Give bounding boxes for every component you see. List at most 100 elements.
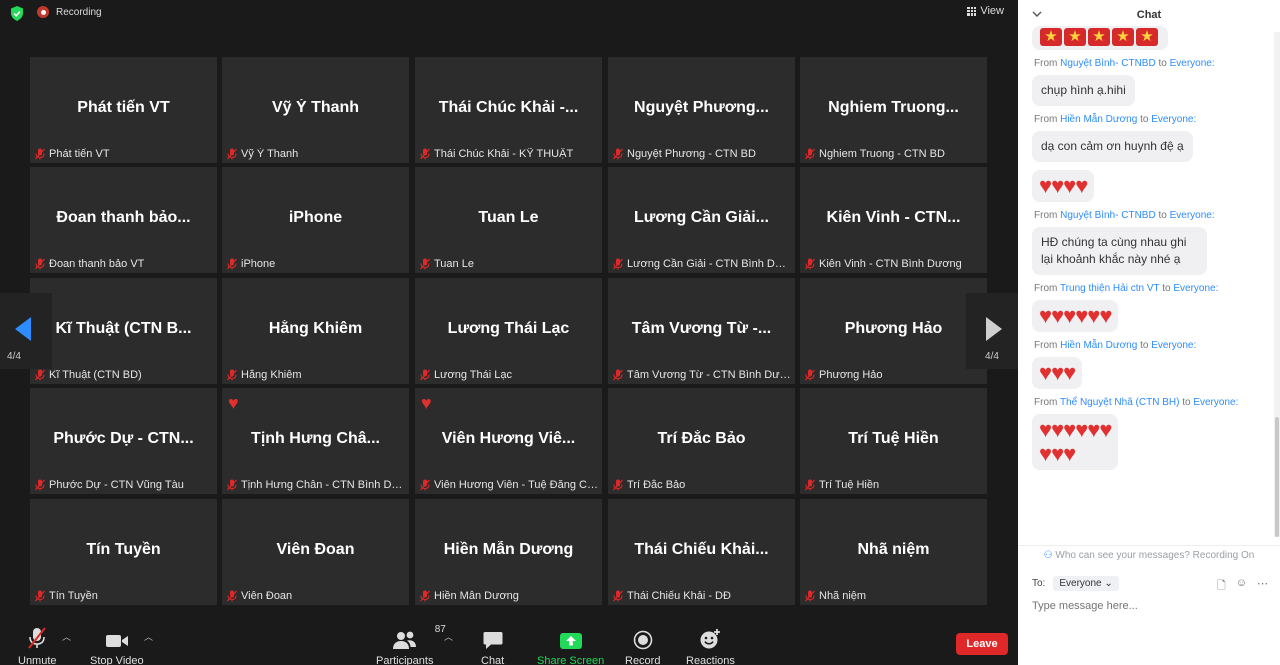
participant-tile[interactable]: Tín Tuyền Tín Tuyền [30,499,217,605]
sender-name[interactable]: Nguyệt Bình- CTNBD [1060,210,1156,221]
recording-indicator[interactable]: Recording [37,6,102,18]
record-label: Record [625,655,661,665]
page-indicator-left: 4/4 [7,351,21,362]
heart-emoji-icon: ♥ [1099,417,1112,442]
participants-button[interactable]: 87 Participants [376,624,446,665]
participant-display-name: Vỹ Ý Thanh [271,99,360,116]
participant-footer: Hiền Mẫn Dương [419,590,598,602]
participant-tile[interactable]: Trí Đắc Bảo Trí Đắc Bảo [608,388,795,494]
previous-page-button[interactable]: 4/4 [0,293,52,369]
recipient-select[interactable]: Everyone ⌄ [1053,576,1119,591]
microphone-muted-icon [805,148,815,160]
participant-display-name: Tâm Vương Từ -... [631,320,772,337]
participant-tile[interactable]: Thái Chúc Khải -... Thái Chúc Khải - KỸ T… [415,57,602,163]
participant-tile[interactable]: Tâm Vương Từ -... Tâm Vương Từ - CTN Bình… [608,278,795,384]
participant-tile[interactable]: Phương Hảo Phương Hảo [800,278,987,384]
participant-tile[interactable]: Lương Cần Giải... Lương Cần Giải - CTN Bì… [608,167,795,273]
participant-name-label: Lương Thái Lạc [434,369,512,381]
participant-tile[interactable]: Hiền Mẫn Dương Hiền Mẫn Dương [415,499,602,605]
message-bubble: HĐ chúng ta cùng nhau ghi lại khoảnh khắ… [1032,227,1207,275]
heart-emoji-icon: ♥ [1075,173,1088,198]
participant-tile[interactable]: Lương Thái Lạc Lương Thái Lạc [415,278,602,384]
record-button[interactable]: Record [625,626,660,665]
participant-display-name: Trí Tuệ Hiền [848,430,939,447]
view-button[interactable]: View [967,5,1004,17]
security-shield-icon[interactable] [10,6,24,21]
participant-footer: Trí Tuệ Hiền [804,479,983,491]
participant-tile[interactable]: Vỹ Ý Thanh Vỹ Ý Thanh [222,57,409,163]
reactions-label: Reactions [686,655,735,665]
sender-name[interactable]: Nguyệt Bình- CTNBD [1060,58,1156,69]
more-options-icon[interactable]: ⋯ [1257,577,1268,596]
participant-display-name: Viên Hương Viê... [441,430,576,447]
participant-name-label: Kiên Vinh - CTN Bình Dương [819,258,962,270]
participant-tile[interactable]: Tuan Le Tuan Le [415,167,602,273]
share-screen-label: Share Screen [537,655,605,665]
participant-tile[interactable]: Kiên Vinh - CTN... Kiên Vinh - CTN Bình D… [800,167,987,273]
unmute-button[interactable]: Unmute [18,626,57,665]
participant-tile[interactable]: Hằng Khiêm Hằng Khiêm [222,278,409,384]
chat-scrollbar[interactable] [1274,32,1280,537]
next-page-button[interactable]: 4/4 [966,293,1018,369]
emoji-icon[interactable]: ☺ [1236,577,1247,596]
chat-tools: 🗋 ☺ ⋯ [1217,577,1268,596]
participant-name-label: Trí Tuệ Hiền [819,479,880,491]
participant-footer: Kiên Vinh - CTN Bình Dương [804,258,983,270]
reactions-button[interactable]: Reactions [686,626,735,665]
participant-footer: Kĩ Thuật (CTN BD) [34,369,213,381]
microphone-muted-icon [420,369,430,381]
participant-footer: Viên Hương Viên - Tuệ Đăng CTN ... [419,479,598,491]
chat-label: Chat [481,655,505,665]
participant-tile[interactable]: ♥ Viên Hương Viê... Viên Hương Viên - Tuệ … [415,388,602,494]
message-sender-line: From Nguyệt Bình- CTNBD to Everyone: [1034,58,1215,69]
vietnam-flag-icon: ★ [1064,28,1086,46]
participant-tile[interactable]: Thái Chiếu Khải... Thái Chiếu Khải - DĐ [608,499,795,605]
grid-view-icon [967,6,977,16]
privacy-note-text: Who can see your messages? Recording On [1055,550,1255,561]
microphone-muted-icon [28,627,47,649]
participants-options-chevron-icon[interactable]: ︿ [444,630,453,643]
stop-video-button[interactable]: Stop Video [90,626,144,665]
chat-message: From Hiền Mẫn Dương to Everyone: dạ con c… [1032,114,1268,170]
participant-tile[interactable]: ♥ Tịnh Hưng Châ... Tịnh Hưng Chân - CTN Bì… [222,388,409,494]
chat-button[interactable]: Chat [481,626,504,665]
sender-name[interactable]: Trung thiện Hải ctn VT [1060,283,1160,294]
participant-tile[interactable]: Phát tiến VT Phát tiến VT [30,57,217,163]
participant-footer: Thái Chiếu Khải - DĐ [612,590,791,602]
privacy-note[interactable]: ⚇ Who can see your messages? Recording O… [1018,545,1280,565]
leave-button[interactable]: Leave [956,633,1008,655]
audio-options-chevron-icon[interactable]: ︿ [62,630,71,643]
participant-tile[interactable]: iPhone iPhone [222,167,409,273]
chat-panel: Chat ★ ★ ★ ★ ★ From Nguyệt Bình- CTNBD to Eve… [1018,0,1280,665]
participant-tile[interactable]: Kĩ Thuật (CTN B... Kĩ Thuật (CTN BD) [30,278,217,384]
heart-emoji-icon: ♥ [1063,360,1076,385]
chat-message: From Nguyệt Bình- CTNBD to Everyone: chụp… [1032,58,1268,114]
participant-tile[interactable]: Viên Đoan Viên Đoan [222,499,409,605]
share-screen-button[interactable]: Share Screen [537,626,604,665]
participant-name-label: Tín Tuyền [49,590,98,602]
participant-name-label: Tuan Le [434,258,474,270]
microphone-muted-icon [35,590,45,602]
microphone-muted-icon [35,369,45,381]
participant-tile[interactable]: Nhã niệm Nhã niệm [800,499,987,605]
participant-footer: Thái Chúc Khải - KỸ THUẬT [419,148,598,160]
participant-tile[interactable]: Nghiem Truong... Nghiem Truong - CTN BD [800,57,987,163]
participant-display-name: Phước Dự - CTN... [53,430,194,447]
participant-tile[interactable]: Đoan thanh bảo... Đoan thanh bảo VT [30,167,217,273]
recipient-row: To: Everyone ⌄ [1032,576,1119,591]
message-sender-line: From Thể Nguyệt Nhã (CTN BH) to Everyone… [1034,397,1239,408]
sender-name[interactable]: Thể Nguyệt Nhã (CTN BH) [1060,397,1179,408]
participant-tile[interactable]: Trí Tuệ Hiền Trí Tuệ Hiền [800,388,987,494]
chat-message-input[interactable] [1032,600,1262,612]
participant-footer: Tịnh Hưng Chân - CTN Bình Dương [226,479,405,491]
file-icon[interactable]: 🗋 [1217,577,1226,596]
participant-tile[interactable]: Phước Dự - CTN... Phước Dự - CTN Vũng Tàu [30,388,217,494]
video-options-chevron-icon[interactable]: ︿ [144,630,153,643]
heart-emoji-icon: ♥ [1063,303,1076,328]
microphone-muted-icon [35,479,45,491]
sender-name[interactable]: Hiền Mẫn Dương [1060,114,1137,125]
participant-tile[interactable]: Nguyệt Phương... Nguyệt Phương - CTN BD [608,57,795,163]
message-bubble: ♥♥♥ [1032,357,1083,389]
recording-icon [37,6,49,18]
sender-name[interactable]: Hiền Mẫn Dương [1060,340,1137,351]
